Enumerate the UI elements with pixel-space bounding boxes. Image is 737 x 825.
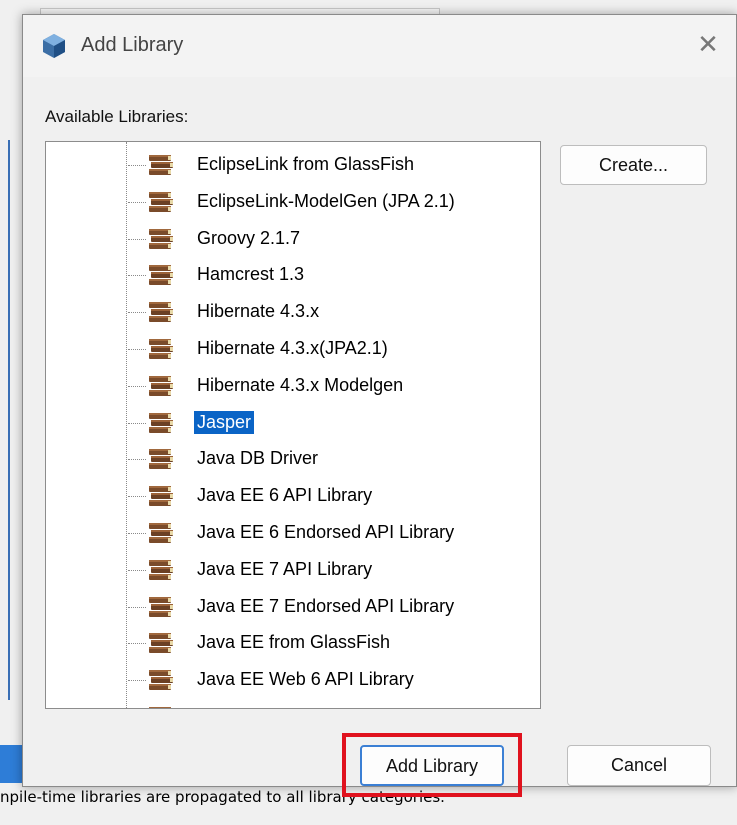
- netbeans-cube-icon: [43, 34, 65, 58]
- library-books-icon: [149, 559, 173, 580]
- library-item-label: Java EE 6 Endorsed API Library: [197, 522, 455, 542]
- background-selection-strip: [0, 745, 22, 783]
- library-list-item[interactable]: Java EE Web 7 API Library: [46, 700, 526, 708]
- library-item-label: Hibernate 4.3.x: [197, 301, 320, 322]
- tree-branch-line: [128, 385, 146, 387]
- library-item-label: Java EE 7 API Library: [197, 558, 373, 579]
- library-books-icon: [149, 412, 173, 433]
- tree-branch-line: [128, 606, 146, 608]
- background-border: [8, 140, 10, 700]
- tree-branch-line: [128, 533, 146, 534]
- library-books-icon: [149, 707, 171, 708]
- library-item-label: Groovy 2.1.7: [197, 227, 301, 248]
- tree-branch-line: [128, 165, 146, 166]
- tree-branch-line: [128, 422, 146, 424]
- dialog-titlebar: Add Library ✕: [23, 15, 736, 77]
- library-books-icon: [149, 339, 173, 359]
- library-list-item[interactable]: Hibernate 4.3.x(JPA2.1): [46, 332, 526, 366]
- library-books-icon: [149, 449, 173, 470]
- library-books-icon: [149, 633, 173, 654]
- library-books-icon: [149, 228, 173, 249]
- library-books-icon: [149, 596, 173, 617]
- library-list[interactable]: EclipseLink from GlassFish EclipseLink-Mo…: [45, 141, 541, 709]
- library-list-item[interactable]: Groovy 2.1.7: [46, 222, 526, 256]
- library-books-icon: [149, 191, 173, 212]
- tree-branch-line: [128, 496, 146, 498]
- add-library-dialog: Add Library ✕ Available Libraries: Eclip…: [22, 14, 737, 797]
- tree-branch-line: [128, 643, 146, 645]
- tree-branch-line: [128, 459, 146, 461]
- library-books-icon: [149, 670, 173, 691]
- library-books-icon: [149, 155, 173, 175]
- library-books-icon: [149, 523, 173, 543]
- library-item-label: Java EE from GlassFish: [197, 632, 391, 653]
- library-item-label: Java DB Driver: [197, 448, 319, 469]
- available-libraries-label: Available Libraries:: [45, 107, 189, 126]
- library-books-icon: [149, 375, 173, 396]
- library-item-label: Jasper: [194, 410, 255, 434]
- library-list-item[interactable]: Java EE 7 Endorsed API Library: [46, 590, 526, 624]
- library-item-label: Java EE Web 6 API Library: [197, 669, 414, 690]
- library-list-item[interactable]: Java EE 7 API Library: [46, 553, 526, 587]
- create-button[interactable]: Create...: [560, 145, 707, 185]
- library-list-item[interactable]: Java DB Driver: [46, 442, 526, 476]
- tree-branch-line: [128, 312, 146, 314]
- tree-branch-line: [128, 680, 146, 682]
- library-list-item[interactable]: Hibernate 4.3.x Modelgen: [46, 369, 526, 403]
- add-library-button[interactable]: Add Library: [360, 745, 504, 786]
- library-books-icon: [149, 486, 173, 507]
- library-books-icon: [149, 265, 173, 286]
- library-list-item[interactable]: Java EE from GlassFish: [46, 626, 526, 660]
- cancel-button[interactable]: Cancel: [567, 745, 711, 786]
- library-item-label: Hamcrest 1.3: [197, 264, 305, 285]
- tree-branch-line: [128, 349, 146, 350]
- dialog-title: Add Library: [81, 34, 184, 56]
- library-list-item[interactable]: Hibernate 4.3.x: [46, 295, 526, 329]
- library-list-item[interactable]: Java EE Web 6 API Library: [46, 663, 526, 697]
- library-item-label: Hibernate 4.3.x Modelgen: [197, 374, 404, 395]
- library-item-label: EclipseLink from GlassFish: [197, 154, 415, 174]
- tree-branch-line: [128, 275, 146, 277]
- library-list-item[interactable]: EclipseLink-ModelGen (JPA 2.1): [46, 185, 526, 219]
- library-list-item[interactable]: Java EE 6 Endorsed API Library: [46, 516, 526, 550]
- library-item-label: EclipseLink-ModelGen (JPA 2.1): [197, 190, 455, 211]
- library-item-label: Java EE 6 API Library: [197, 485, 373, 506]
- library-list-item[interactable]: Hamcrest 1.3: [46, 258, 526, 292]
- tree-branch-line: [128, 201, 146, 203]
- tree-branch-line: [128, 569, 146, 571]
- library-list-item[interactable]: EclipseLink from GlassFish: [46, 148, 526, 182]
- library-item-label: Hibernate 4.3.x(JPA2.1): [197, 338, 388, 358]
- library-books-icon: [149, 302, 173, 323]
- library-item-label: Java EE Web 7 API Library: [194, 705, 417, 708]
- library-list-item[interactable]: Java EE 6 API Library: [46, 479, 526, 513]
- close-icon[interactable]: ✕: [688, 25, 728, 65]
- library-list-item[interactable]: Jasper: [46, 406, 526, 440]
- library-item-label: Java EE 7 Endorsed API Library: [197, 595, 455, 616]
- tree-branch-line: [128, 238, 146, 240]
